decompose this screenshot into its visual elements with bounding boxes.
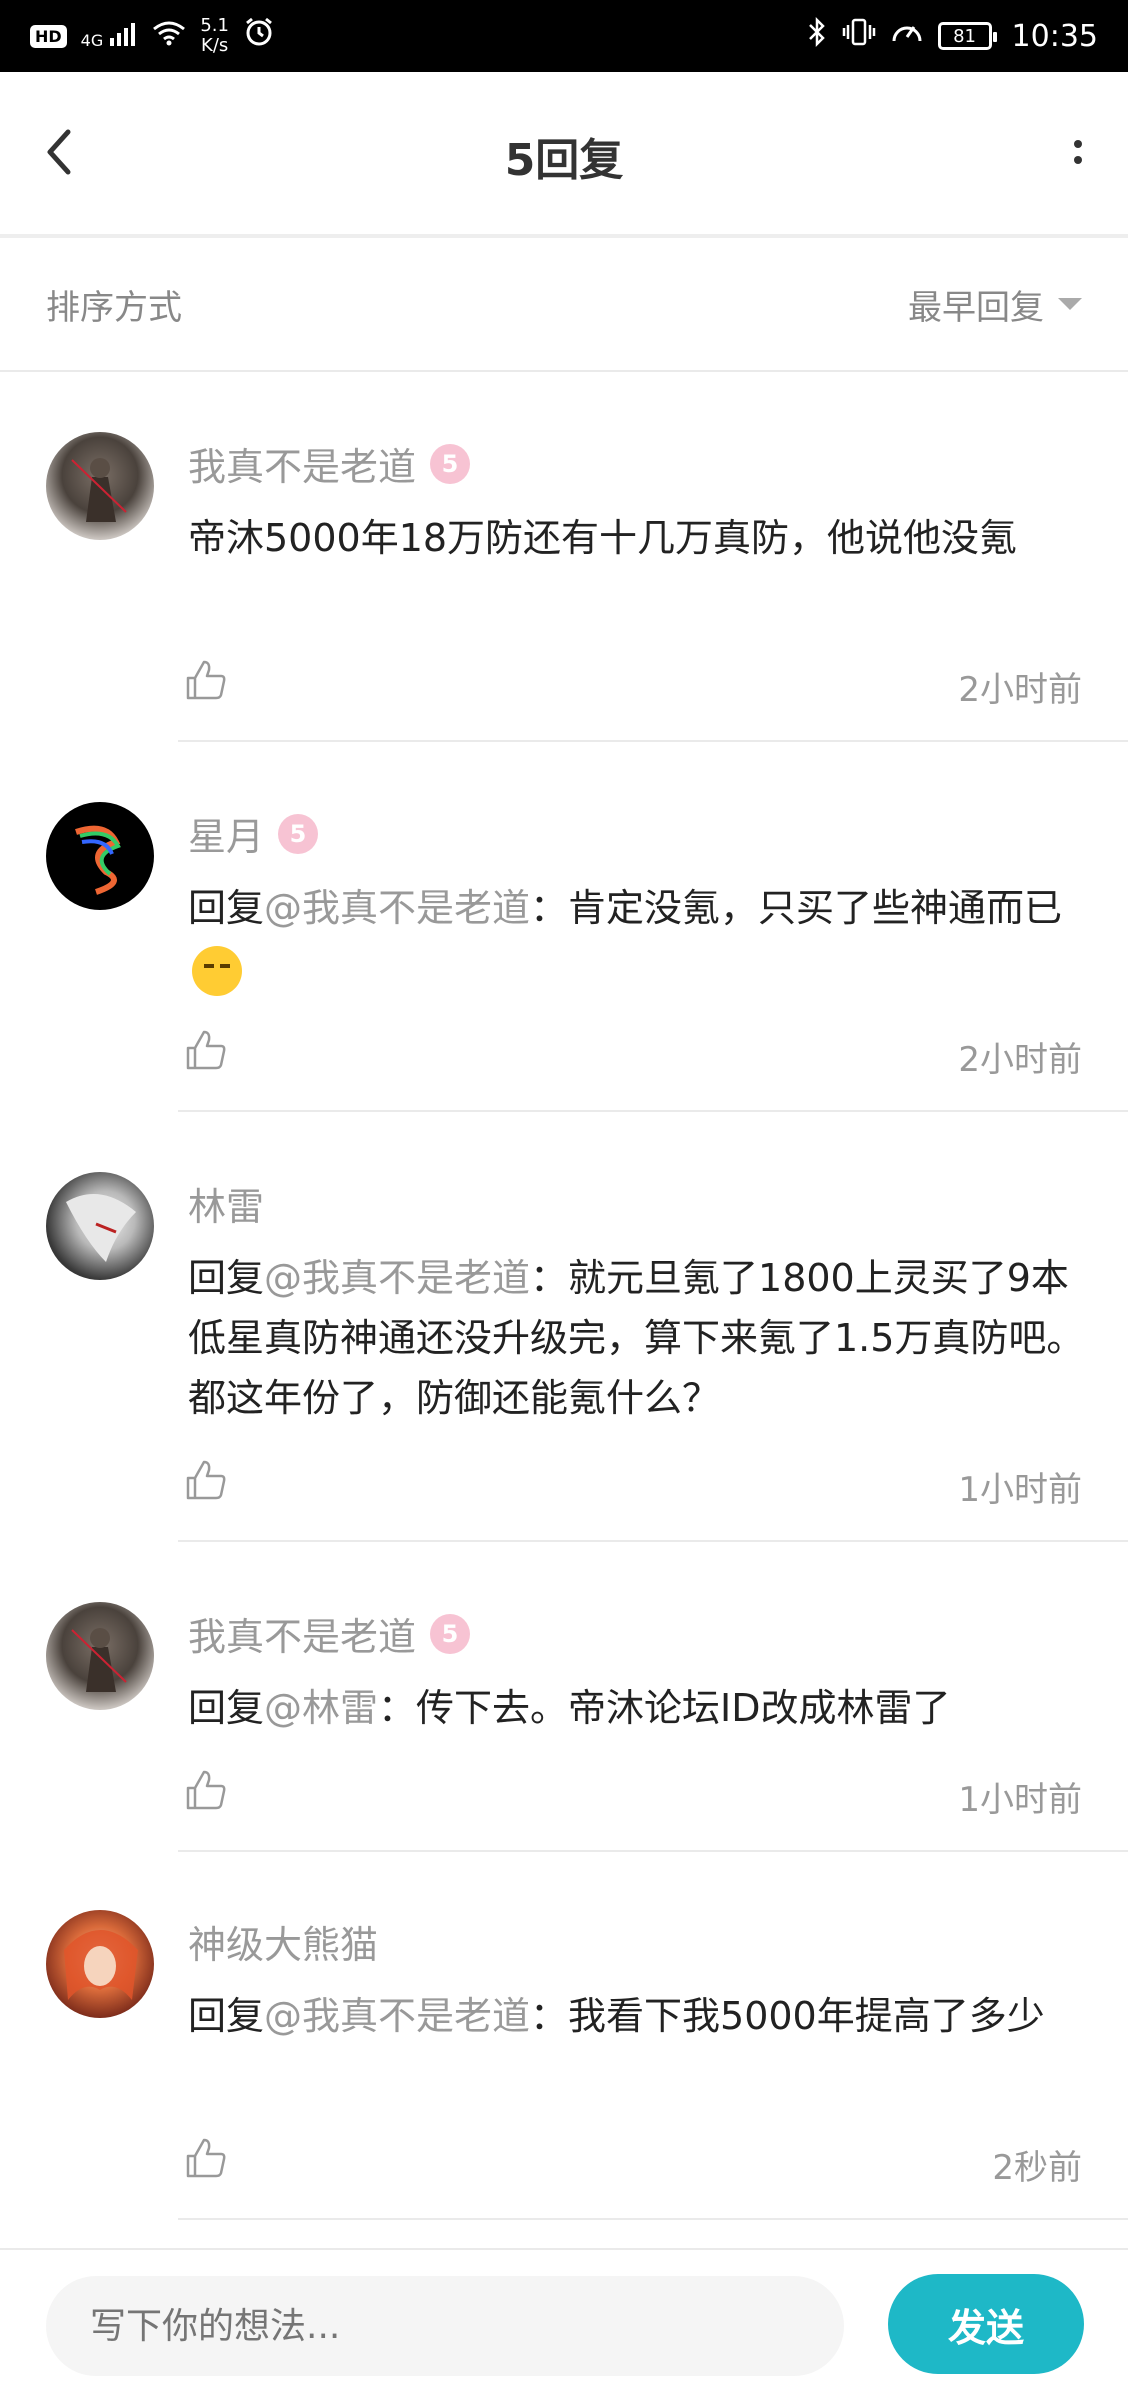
comment-time: 1小时前 — [958, 1470, 1082, 1510]
comment-time: 2小时前 — [958, 670, 1082, 710]
calligraphy-avatar-icon — [75, 825, 121, 895]
status-bar: HD 4G 5.1 K/s 81 10:35 — [0, 0, 1128, 72]
comment-author[interactable]: 神级大熊猫 — [188, 1914, 378, 1969]
mention-link[interactable]: @我真不是老道 — [264, 886, 530, 930]
status-left: HD 4G 5.1 K/s — [30, 16, 275, 56]
alarm-icon — [243, 16, 275, 56]
mention-link[interactable]: @我真不是老道 — [264, 1256, 530, 1300]
comment-author[interactable]: 星月 5 — [188, 806, 319, 861]
avatar[interactable] — [46, 802, 154, 910]
like-button[interactable] — [184, 2136, 228, 2180]
like-button[interactable] — [184, 658, 228, 702]
battery-icon: 81 — [937, 22, 997, 50]
comment-time: 1小时前 — [958, 1780, 1082, 1820]
white-hair-avatar-icon — [66, 1194, 136, 1262]
comment-text: 回复@我真不是老道：肯定没氪，只买了些神通而已 — [188, 878, 1088, 998]
comment-text: 回复@我真不是老道：就元旦氪了1800上灵买了9本低星真防神通还没升级完，算下来… — [188, 1256, 1085, 1420]
battery-level: 81 — [953, 25, 976, 47]
comment-text: 回复@林雷：传下去。帝沐论坛ID改成林雷了 — [188, 1686, 951, 1730]
level-badge-icon: 5 — [430, 1613, 471, 1654]
more-options-button[interactable] — [1058, 122, 1098, 182]
vibrate-icon — [842, 17, 876, 55]
avatar[interactable] — [46, 1172, 154, 1280]
divider — [178, 1850, 1128, 1852]
divider — [178, 1110, 1128, 1112]
signal-icon: 4G — [81, 22, 139, 50]
comment-time: 2秒前 — [992, 2148, 1082, 2188]
comment-time: 2小时前 — [958, 1040, 1082, 1080]
red-hair-avatar-icon — [64, 1930, 138, 2000]
speedometer-icon — [890, 17, 924, 55]
comment-author[interactable]: 我真不是老道 5 — [188, 436, 471, 491]
warrior-avatar-icon — [71, 1628, 127, 1692]
comment-text: 回复@我真不是老道：我看下我5000年提高了多少 — [188, 1994, 1045, 2038]
sort-dropdown[interactable]: 最早回复 — [908, 280, 1082, 329]
network-type: 4G — [80, 31, 104, 50]
thumbs-up-icon — [186, 1460, 226, 1500]
more-dot-icon — [1074, 156, 1082, 164]
level-badge-icon: 5 — [430, 443, 471, 484]
send-button[interactable]: 发送 — [888, 2274, 1084, 2374]
comment-text: 帝沐5000年18万防还有十几万真防，他说他没氪 — [188, 516, 1018, 560]
wifi-icon — [152, 19, 186, 54]
mention-link[interactable]: @我真不是老道 — [264, 1994, 530, 2038]
divider — [178, 2218, 1128, 2220]
reply-composer: 发送 — [0, 2248, 1128, 2400]
comment-input[interactable] — [46, 2276, 844, 2376]
divider — [178, 1540, 1128, 1542]
page-title: 5回复 — [504, 135, 624, 186]
comment-author[interactable]: 林雷 — [188, 1176, 264, 1231]
like-button[interactable] — [184, 1458, 228, 1502]
sort-label: 排序方式 — [46, 287, 182, 328]
mention-link[interactable]: @林雷 — [264, 1686, 378, 1730]
sort-bar: 排序方式 最早回复 — [0, 238, 1128, 372]
net-speed: 5.1 K/s — [200, 15, 229, 56]
thumbs-up-icon — [186, 1770, 226, 1810]
top-bar: 5回复 — [0, 72, 1128, 238]
thumbs-up-icon — [186, 2138, 226, 2178]
divider — [178, 740, 1128, 742]
bluetooth-icon — [806, 16, 828, 56]
sort-selected: 最早回复 — [908, 287, 1044, 328]
thumbs-up-icon — [186, 1030, 226, 1070]
like-button[interactable] — [184, 1028, 228, 1072]
level-badge-icon: 5 — [278, 813, 319, 854]
smirk-emoji-icon — [192, 945, 242, 996]
avatar[interactable] — [46, 1602, 154, 1710]
caret-down-icon — [1058, 298, 1082, 310]
status-right: 81 10:35 — [806, 16, 1098, 56]
more-dot-icon — [1074, 140, 1082, 148]
comment-author[interactable]: 我真不是老道 5 — [188, 1606, 471, 1661]
avatar[interactable] — [46, 432, 154, 540]
like-button[interactable] — [184, 1768, 228, 1812]
warrior-avatar-icon — [71, 458, 127, 522]
thumbs-up-icon — [186, 660, 226, 700]
clock: 10:35 — [1011, 18, 1098, 54]
hd-icon: HD — [30, 24, 67, 48]
avatar[interactable] — [46, 1910, 154, 2018]
